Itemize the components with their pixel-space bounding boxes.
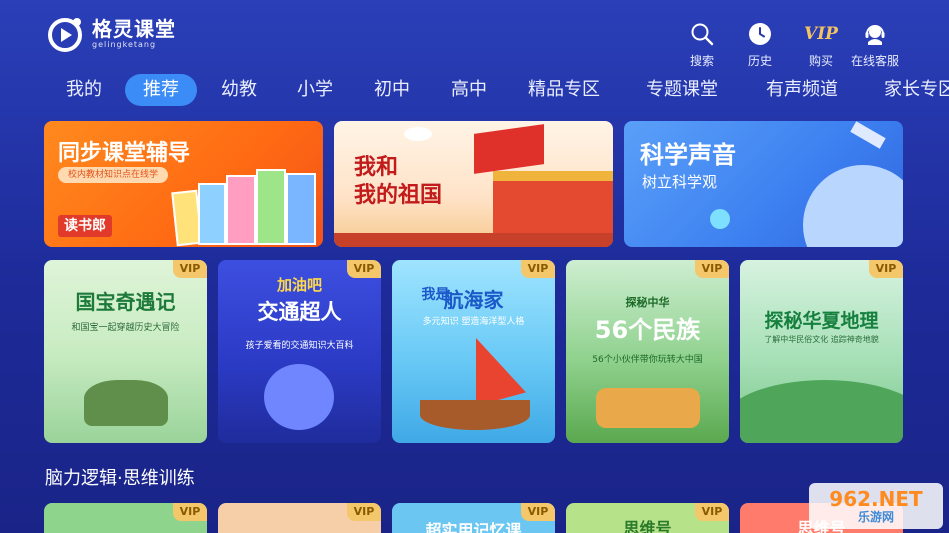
vip-badge: VIP [347,260,381,278]
children-illustration [596,388,700,428]
vip-badge: VIP [521,503,555,521]
course-subtitle: 了解中华民俗文化 追踪神奇地貌 [764,335,879,344]
vip-badge: VIP [521,260,555,278]
dove-icon [404,127,432,141]
search-icon [691,23,714,46]
service-label: 在线客服 [851,54,900,68]
course-card[interactable]: 思维号 VIP [566,503,729,533]
course-card[interactable]: VIP [44,503,207,533]
course-title: 探秘华夏地理 [764,310,879,332]
tab-senior[interactable]: 高中 [451,74,487,106]
astronaut-illustration [264,364,334,430]
banner-title-line2: 我的祖国 [354,183,443,208]
vip-badge: VIP [695,260,729,278]
boat-illustration [420,400,530,430]
banner-title: 同步课堂辅导 [58,141,191,166]
course-card[interactable]: 探秘华夏地理 了解中华民俗文化 追踪神奇地貌 VIP [740,260,903,443]
search-button[interactable]: 搜索 [690,20,714,69]
textbooks-illustration [171,165,323,247]
search-label: 搜索 [690,54,715,68]
course-title: 交通超人 [257,300,342,324]
app-name: 格灵课堂 [92,17,176,41]
watermark-top: 962.NET [829,487,923,511]
history-button[interactable]: 历史 [748,20,772,69]
treasure-illustration [84,380,168,426]
course-title: 国宝奇遇记 [75,290,176,314]
tab-mine[interactable]: 我的 [66,74,102,106]
category-nav: 我的 推荐 幼教 小学 初中 高中 精品专区 专题课堂 有声频道 家长专区 [0,74,949,106]
site-watermark: 962.NET 乐游网 [809,483,943,529]
banner-title: 科学声音 [640,141,736,169]
logo-mark-icon [48,18,82,52]
vip-icon: VIP [804,24,838,44]
course-title-small: 探秘中华 [625,296,670,309]
tab-primary[interactable]: 小学 [297,74,333,106]
tab-audio[interactable]: 有声频道 [766,74,838,106]
vip-badge: VIP [173,503,207,521]
course-subtitle: 56个小伙伴带你玩转大中国 [592,355,703,365]
vip-badge: VIP [347,503,381,521]
course-title-small: 我是 [421,287,450,303]
headset-icon [865,25,885,45]
online-service-button[interactable]: 在线客服 [851,20,899,69]
clock-icon [749,23,771,45]
banner-science-voice[interactable]: 科学声音 树立科学观 [624,121,903,247]
tab-topics[interactable]: 专题课堂 [646,74,718,106]
tab-preschool[interactable]: 幼教 [221,74,257,106]
course-card[interactable]: 加油吧 交通超人 孩子爱看的交通知识大百科 VIP [218,260,381,443]
course-subtitle: 多元知识 塑造海洋型人格 [422,317,525,327]
watermark-bottom: 乐游网 [857,510,894,524]
app-logo: 格灵课堂 gelingketang [46,14,186,54]
course-card[interactable]: VIP [218,503,381,533]
history-label: 历史 [748,54,773,68]
tab-recommend[interactable]: 推荐 [125,74,197,106]
tab-junior[interactable]: 初中 [374,74,410,106]
course-card[interactable]: 国宝奇遇记 和国宝一起穿越历史大冒险 VIP [44,260,207,443]
flag-illustration [474,124,544,174]
publisher-tag: 读书郎 [58,215,112,237]
tab-premium[interactable]: 精品专区 [528,74,600,106]
banner-my-country[interactable]: 我和 我的祖国 [334,121,613,247]
banner-subtitle: 校内教材知识点在线学 [58,167,169,183]
course-subtitle: 和国宝一起穿越历史大冒险 [71,323,180,333]
sail-illustration [476,338,526,406]
vip-badge: VIP [869,260,903,278]
banner-sync-class[interactable]: 同步课堂辅导 校内教材知识点在线学 读书郎 [44,121,323,247]
planet-icon [710,209,730,229]
banner-subtitle: 树立科学观 [642,173,718,191]
vip-badge: VIP [173,260,207,278]
hills-illustration [740,380,903,443]
section-title: 脑力逻辑·思维训练 [45,468,195,489]
moon-illustration [803,165,903,247]
course-card[interactable]: 探秘中华 56个民族 56个小伙伴带你玩转大中国 VIP [566,260,729,443]
course-subtitle: 孩子爱看的交通知识大百科 [245,341,354,351]
course-title: 56个民族 [594,316,701,344]
satellite-icon [850,121,886,149]
tab-parents[interactable]: 家长专区 [884,74,949,106]
buy-vip-button[interactable]: VIP 购买 [804,20,838,69]
buy-label: 购买 [808,54,833,68]
course-card[interactable]: 航海家 我是 多元知识 塑造海洋型人格 VIP [392,260,555,443]
vip-badge: VIP [695,503,729,521]
course-card[interactable]: 超实用记忆课 VIP [392,503,555,533]
app-subtitle: gelingketang [92,40,157,49]
